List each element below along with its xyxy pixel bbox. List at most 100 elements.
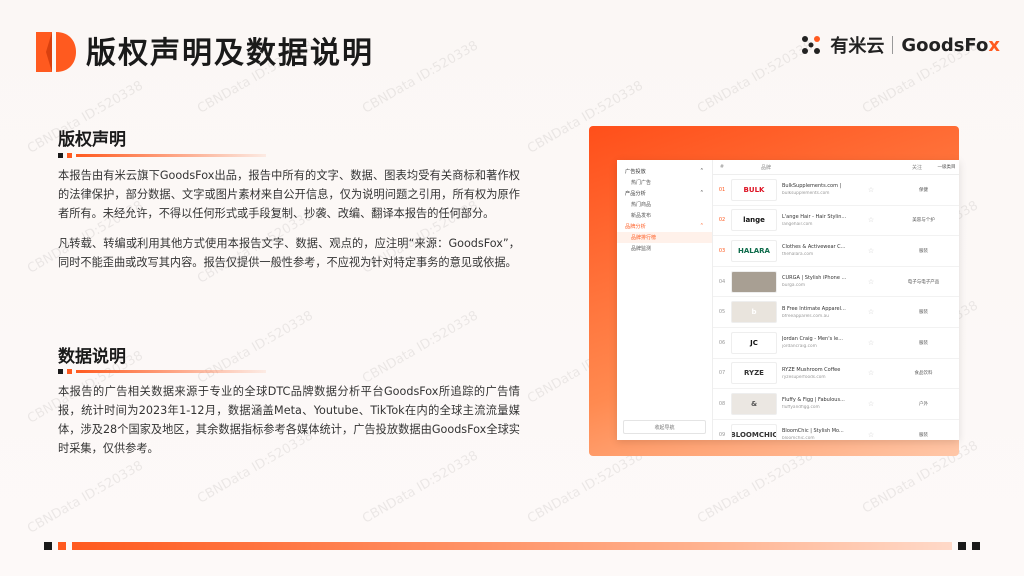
chevron-icon: ⌃ [699,168,704,174]
watermark-text: CBNData ID:520338 [360,38,481,117]
star-icon: ☆ [867,185,875,194]
star-icon: ☆ [867,246,875,255]
brand-separator [892,36,894,54]
brand-name: L'ange Hair - Hair Stylin... [782,213,847,220]
row-info: CURGA | Stylish iPhone ... burga.com [782,275,854,288]
slide: CBNData ID:520338 CBNData ID:520338 CBNDat… [0,0,1024,576]
brand-logo-thumbnail: BLOOMCHIC [731,423,777,440]
table-row: 07 RYZE RYZE Mushroom Coffee ryzesuperfoods… [713,359,959,390]
brand-url: bulksupplements.com [782,191,830,197]
brand-name: Fluffy & Figg | Fabulous... [782,397,845,404]
brand-url: bloomchic.com [782,436,815,440]
watermark-text: CBNData ID:520338 [25,458,146,537]
brand-name: B Free Intimate Apparel... [782,305,846,312]
watermark-text: CBNData ID:520338 [195,308,316,387]
row-info: Jordan Craig - Men's le... jordancraig.co… [782,336,854,349]
copyright-paragraph-1: 本报告由有米云旗下GoodsFox出品，报告中所有的文字、数据、图表均受有关商标… [58,169,520,220]
brand-logos: 有米云 GoodsFox [800,32,1000,58]
brand-logo-thumbnail: BULK [731,178,777,201]
brand-logo-thumbnail [731,270,777,293]
row-category: 服装 [919,340,928,346]
brand-url: burga.com [782,283,806,289]
table-row: 08 & Fluffy & Figg | Fabulous... fluffyandf… [713,389,959,420]
chevron-icon: ⌃ [699,190,704,196]
brand-logo-thumbnail: JC [731,331,777,354]
brand-logo-thumbnail: & [731,392,777,415]
table-header: # 品牌 关注 一级类目 [713,160,959,175]
row-category: 美容与个护 [912,218,935,224]
star-icon: ☆ [867,338,875,347]
row-category: 电子与电子产品 [907,279,940,285]
brand-name: BulkSupplements.com | [782,183,842,190]
table-row: 03 HALARA Clothes & Activewear C... thehala… [713,236,959,267]
row-rank: 01 [718,186,726,193]
product-screenshot: 广告投放 ⌃ 热门广告 产品分析 ⌃ 热门商品 新品发布 品牌分析 ⌃ 品牌排行榜 品牌监测 收起导… [617,160,959,440]
row-category: 服装 [919,432,928,438]
brand-logo-icon [36,32,76,72]
table-row: 01 BULK BulkSupplements.com | bulksupplemen… [713,175,959,206]
star-icon: ☆ [867,308,875,317]
table-row: 09 BLOOMCHIC BloomChic | Stylish Mo... bloo… [713,420,959,440]
row-info: BulkSupplements.com | bulksupplements.com [782,183,854,196]
youmi-logo-icon [802,36,821,54]
brand-url: fluffyandfigg.com [782,405,820,411]
row-info: RYZE Mushroom Coffee ryzesuperfoods.com [782,367,854,380]
sidebar-group: 品牌分析 ⌃ [625,223,704,230]
brand-name: Clothes & Activewear C... [782,244,846,251]
brand-cn: 有米云 [830,36,885,57]
sidebar-item: 新品发布 [631,213,652,219]
watermark-text: CBNData ID:520338 [360,308,481,387]
table-row: 06 JC Jordan Craig - Men's le... jordancrai… [713,328,959,359]
row-rank: 06 [718,339,726,346]
table-row: 02 lange L'ange Hair - Hair Stylin... lange… [713,206,959,237]
star-icon: ☆ [867,369,875,378]
sidebar-collapse-button: 收起导航 [623,420,706,434]
row-category: 户外 [919,401,928,407]
row-category: 服装 [919,310,928,316]
brand-name: CURGA | Stylish iPhone ... [782,275,847,282]
sidebar-item: 品牌监测 [631,246,652,252]
data-note-underline [58,368,266,374]
watermark-text: CBNData ID:520338 [695,38,816,117]
copyright-heading: 版权声明 [58,130,126,150]
brand-logo-thumbnail: lange [731,209,777,232]
row-rank: 04 [718,278,726,285]
row-rank: 03 [718,247,726,254]
brand-url: ryzesuperfoods.com [782,374,826,380]
brand-name: RYZE Mushroom Coffee [782,366,841,373]
row-category: 服装 [919,248,928,254]
watermark-text: CBNData ID:520338 [695,448,816,527]
star-icon: ☆ [867,399,875,408]
screenshot-sidebar: 广告投放 ⌃ 热门广告 产品分析 ⌃ 热门商品 新品发布 品牌分析 ⌃ 品牌排行榜 品牌监测 收起导… [617,160,713,440]
brand-logo-thumbnail: HALARA [731,239,777,262]
brand-url: thehalara.com [782,252,814,258]
watermark-text: CBNData ID:520338 [360,448,481,527]
sidebar-item: 热门商品 [631,202,652,208]
brand-logo-thumbnail: RYZE [731,362,777,385]
brand-logo-thumbnail: b [731,301,777,324]
row-category: 保健 [919,187,928,193]
table-row: 04 CURGA | Stylish iPhone ... burga.com ☆ 电子… [713,267,959,298]
brand-en: GoodsFox [901,34,1000,56]
row-info: Clothes & Activewear C... thehalara.com [782,244,854,257]
row-category: 食品饮料 [914,371,933,377]
footer-bar [44,541,980,550]
table-row: 05 b B Free Intimate Apparel... bfreeappare… [713,297,959,328]
row-rank: 07 [718,370,726,377]
brand-url: jordancraig.com [782,344,817,350]
data-note-heading: 数据说明 [58,347,126,367]
row-info: BloomChic | Stylish Mo... bloomchic.com [782,428,854,440]
chevron-icon: ⌃ [699,223,704,229]
sidebar-group: 产品分析 ⌃ [625,190,704,197]
row-rank: 05 [718,309,726,316]
brand-name: Jordan Craig - Men's le... [782,336,844,343]
row-info: L'ange Hair - Hair Stylin... langehair.co… [782,214,854,227]
copyright-paragraph-2: 凡转载、转编或利用其他方式使用本报告文字、数据、观点的，应注明“来源：Goods… [58,237,520,269]
page-title: 版权声明及数据说明 [86,36,374,71]
watermark-text: CBNData ID:520338 [525,448,646,527]
row-info: Fluffy & Figg | Fabulous... fluffyandfigg… [782,397,854,410]
sidebar-group: 广告投放 ⌃ [625,168,704,175]
row-info: B Free Intimate Apparel... bfreeapparels.… [782,306,854,319]
row-rank: 09 [718,431,726,438]
brand-name: BloomChic | Stylish Mo... [782,428,844,435]
